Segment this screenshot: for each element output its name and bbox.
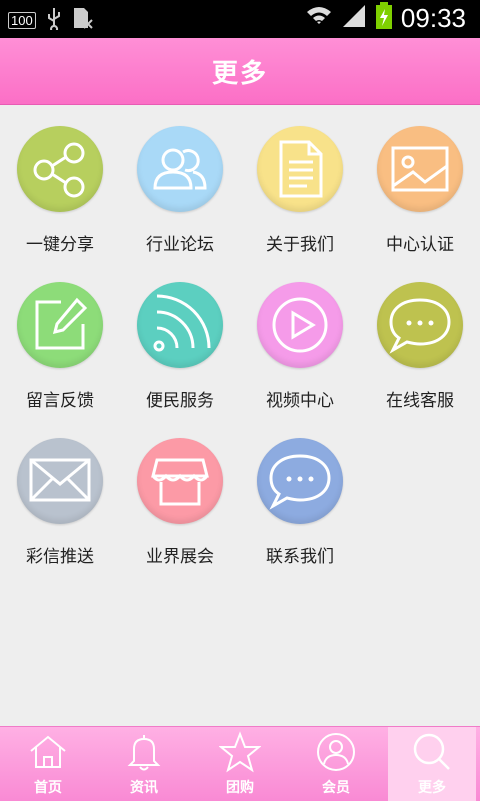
feedback-label: 留言反馈 — [26, 391, 94, 411]
certification-tile[interactable]: 中心认证 — [360, 104, 480, 260]
search-icon — [413, 733, 450, 770]
share-label: 一键分享 — [26, 235, 94, 255]
tab-member[interactable]: 会员 — [288, 727, 384, 801]
user-icon — [317, 733, 355, 771]
mms-push-tile[interactable]: 彩信推送 — [0, 416, 120, 572]
tab-more-label: 更多 — [418, 780, 446, 796]
tab-news-label: 资讯 — [130, 780, 158, 796]
sim-card-icon — [72, 6, 94, 34]
video-tile[interactable]: 视频中心 — [240, 260, 360, 416]
usb-icon — [46, 6, 62, 34]
tab-more[interactable]: 更多 — [388, 727, 476, 801]
chat-icon — [257, 438, 343, 524]
home-icon — [30, 735, 66, 768]
battery-percent-icon: 100 — [8, 11, 36, 29]
forum-label: 行业论坛 — [146, 235, 214, 255]
about-tile[interactable]: 关于我们 — [240, 104, 360, 260]
certification-label: 中心认证 — [386, 235, 454, 255]
tab-home[interactable]: 首页 — [0, 727, 96, 801]
services-tile[interactable]: 便民服务 — [120, 260, 240, 416]
tab-news[interactable]: 资讯 — [96, 727, 192, 801]
title-bar: 更多 — [0, 38, 480, 105]
tab-group-buy-label: 团购 — [226, 780, 254, 796]
tab-group-buy[interactable]: 团购 — [192, 727, 288, 801]
video-label: 视频中心 — [266, 391, 334, 411]
contact-tile[interactable]: 联系我们 — [240, 416, 360, 572]
document-icon — [257, 126, 343, 212]
users-icon — [137, 126, 223, 212]
feedback-tile[interactable]: 留言反馈 — [0, 260, 120, 416]
exhibition-label: 业界展会 — [146, 547, 214, 567]
services-label: 便民服务 — [146, 391, 214, 411]
chat-icon — [377, 282, 463, 368]
share-tile[interactable]: 一键分享 — [0, 104, 120, 260]
edit-icon — [17, 282, 103, 368]
rss-icon — [137, 282, 223, 368]
forum-tile[interactable]: 行业论坛 — [120, 104, 240, 260]
bell-icon — [127, 735, 161, 771]
about-label: 关于我们 — [266, 235, 334, 255]
status-bar: 100 09:33 — [0, 0, 480, 38]
online-support-label: 在线客服 — [386, 391, 454, 411]
signal-icon — [341, 3, 367, 33]
page-title: 更多 — [211, 58, 268, 89]
online-support-tile[interactable]: 在线客服 — [360, 260, 480, 416]
exhibition-tile[interactable]: 业界展会 — [120, 416, 240, 572]
wifi-icon — [305, 2, 333, 34]
share-icon — [17, 126, 103, 212]
tab-member-label: 会员 — [322, 780, 350, 796]
tab-home-label: 首页 — [34, 780, 62, 796]
image-icon — [377, 126, 463, 212]
star-icon — [219, 731, 261, 773]
contact-label: 联系我们 — [266, 547, 334, 567]
bottom-tab-bar: 首页 资讯 团购 会员 更多 — [0, 726, 480, 801]
clock: 09:33 — [400, 2, 466, 33]
mail-icon — [17, 438, 103, 524]
battery-icon — [375, 2, 393, 34]
store-icon — [137, 438, 223, 524]
mms-push-label: 彩信推送 — [26, 547, 94, 567]
play-icon — [257, 282, 343, 368]
